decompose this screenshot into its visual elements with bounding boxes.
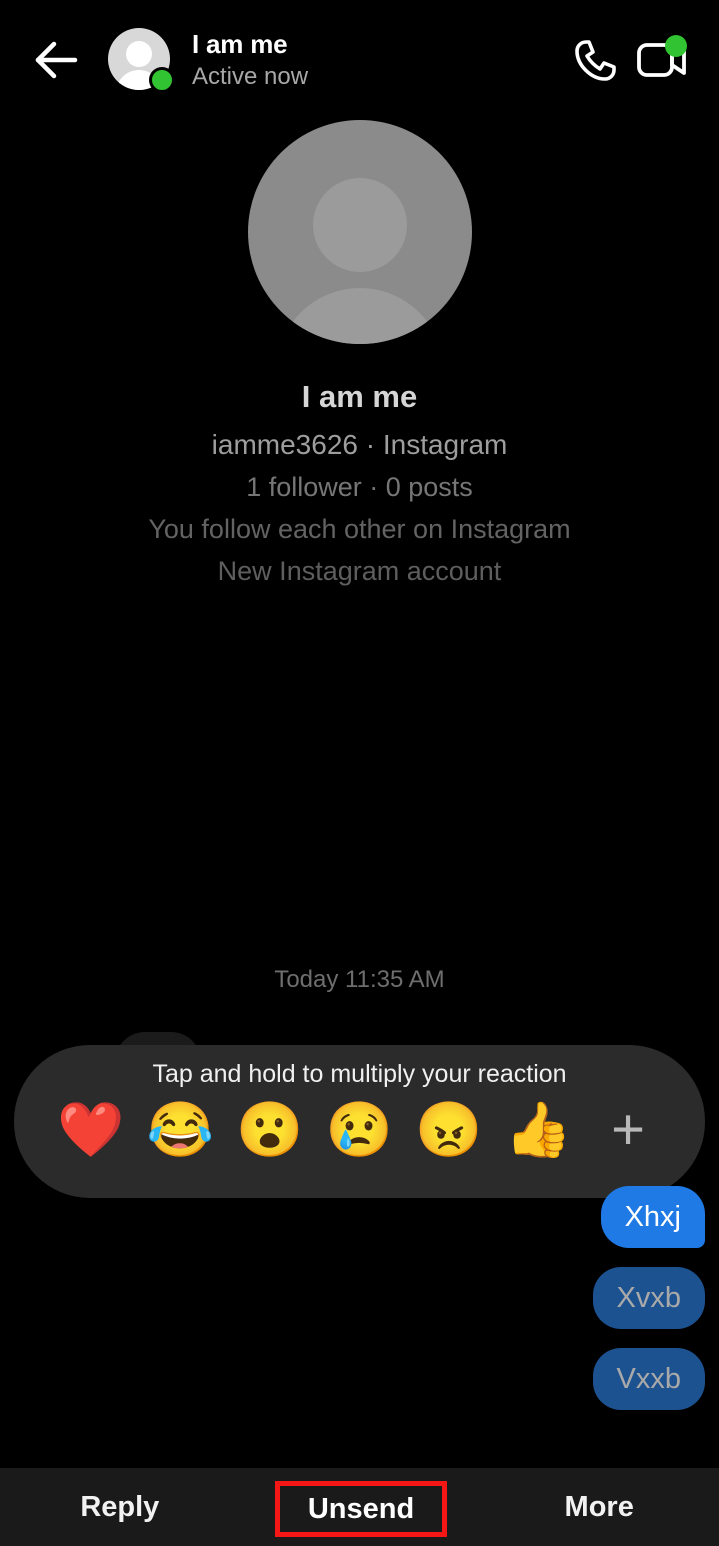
wow-reaction-icon[interactable]: 😮 (236, 1099, 303, 1161)
message-row: Xvxb (0, 1267, 719, 1329)
thumbs-up-reaction-icon[interactable]: 👍 (505, 1099, 572, 1161)
profile-name: I am me (301, 379, 418, 414)
unsend-button[interactable]: Unsend (275, 1481, 447, 1537)
header-title: I am me (192, 29, 288, 59)
message-bubble[interactable]: Xvxb (592, 1267, 705, 1329)
header-actions (563, 27, 719, 93)
reaction-list: ❤️ 😂 😮 😢 😠 👍 + (14, 1099, 705, 1161)
message-row: Vxxb (0, 1348, 719, 1410)
message-bubble-selected[interactable]: Xhxj (600, 1186, 705, 1248)
reply-button[interactable]: Reply (0, 1468, 240, 1546)
video-call-button[interactable] (629, 27, 695, 93)
reaction-picker-bar: Tap and hold to multiply your reaction ❤… (14, 1045, 705, 1198)
audio-call-button[interactable] (563, 27, 629, 93)
avatar-head-shape (312, 178, 407, 272)
more-reactions-plus-icon[interactable]: + (597, 1099, 659, 1161)
back-button[interactable] (20, 24, 92, 96)
profile-stats: 1 follower · 0 posts (246, 472, 473, 502)
avatar-body-shape (275, 288, 444, 344)
laughing-reaction-icon[interactable]: 😂 (147, 1099, 214, 1161)
phone-call-icon (575, 40, 616, 81)
heart-reaction-icon[interactable]: ❤️ (57, 1099, 124, 1161)
angry-reaction-icon[interactable]: 😠 (415, 1099, 482, 1161)
avatar-head-shape (126, 41, 152, 67)
video-online-badge (665, 35, 687, 57)
reaction-hint-text: Tap and hold to multiply your reaction (152, 1060, 567, 1088)
profile-note: New Instagram account (217, 556, 502, 586)
default-person-avatar[interactable] (247, 120, 472, 344)
message-row: Xhxj (0, 1186, 719, 1248)
header-text-block[interactable]: I am me Active now (192, 28, 563, 92)
profile-handle: iamme3626 · Instagram (211, 429, 508, 460)
back-arrow-icon (35, 41, 78, 79)
chat-header: I am me Active now (0, 0, 719, 120)
profile-card: I am me iamme3626 · Instagram 1 follower… (0, 120, 719, 588)
profile-relation: You follow each other on Instagram (148, 514, 571, 544)
header-avatar[interactable] (108, 28, 175, 93)
header-subtitle: Active now (192, 63, 309, 90)
online-status-dot (149, 67, 175, 93)
messenger-chat-screen: I am me Active now I am me iamme3626 · I… (0, 0, 719, 1546)
message-bubble[interactable]: Vxxb (592, 1348, 705, 1410)
more-button[interactable]: More (479, 1468, 719, 1546)
sad-reaction-icon[interactable]: 😢 (326, 1099, 393, 1161)
conversation-timestamp: Today 11:35 AM (274, 966, 445, 993)
